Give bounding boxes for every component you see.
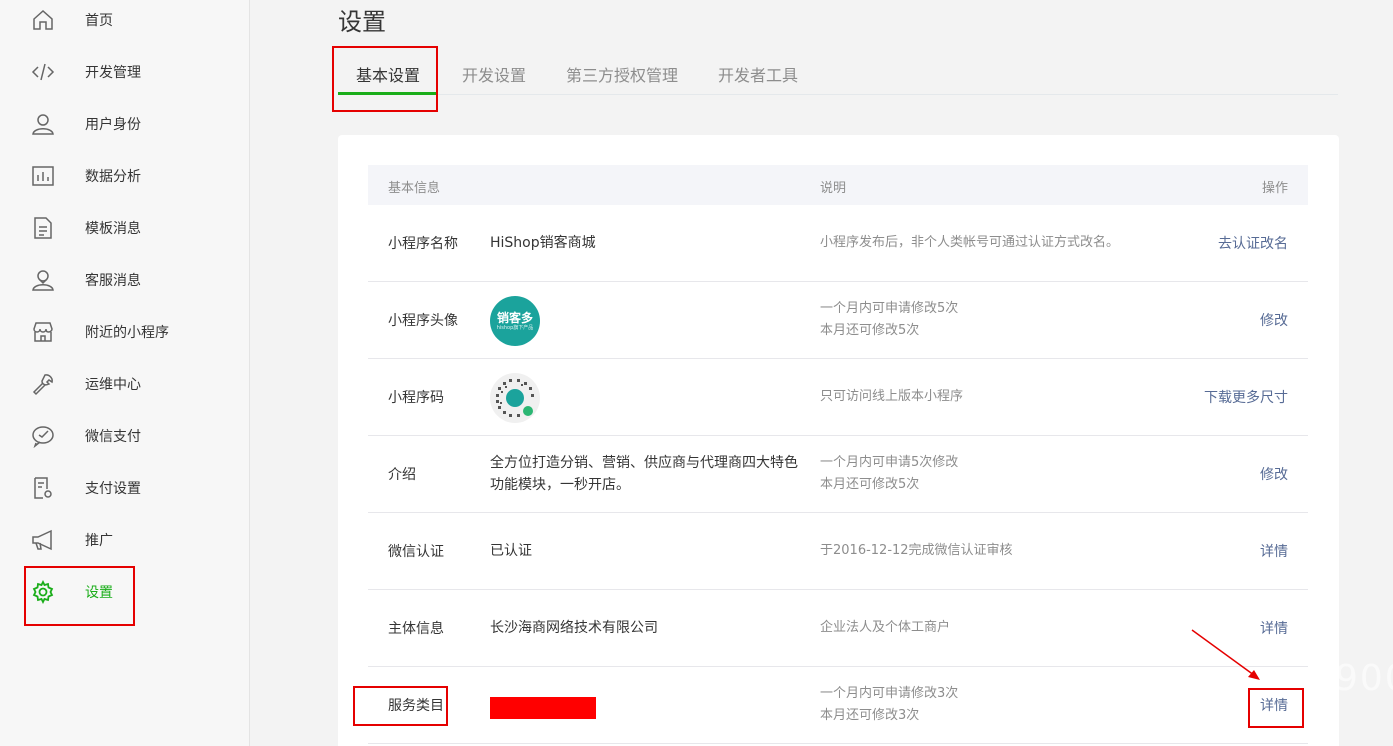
row-label: 微信认证 <box>388 544 444 560</box>
sidebar-item-label: 首页 <box>85 13 113 29</box>
code-icon <box>30 59 56 85</box>
row-label: 主体信息 <box>388 621 444 637</box>
table-header: 基本信息 说明 操作 <box>368 165 1308 205</box>
row-value: HiShop销客商城 <box>490 235 596 251</box>
download-sizes-link[interactable]: 下载更多尺寸 <box>1204 387 1288 407</box>
row-label: 介绍 <box>388 467 416 483</box>
row-desc: 企业法人及个体工商户 <box>820 620 951 635</box>
sidebar-item-label: 设置 <box>85 585 113 601</box>
megaphone-icon <box>30 527 56 553</box>
table-row: 微信认证 已认证 于2016-12-12完成微信认证审核 详情 <box>368 513 1308 590</box>
sidebar-item-label: 运维中心 <box>85 377 141 393</box>
table-row: 介绍 全方位打造分销、营销、供应商与代理商四大特色功能模块，一秒开店。 一个月内… <box>368 436 1308 513</box>
sidebar-item-dev-manage[interactable]: 开发管理 <box>0 52 250 92</box>
row-label: 服务类目 <box>388 698 444 714</box>
sidebar-item-payment-settings[interactable]: 支付设置 <box>0 468 250 508</box>
sidebar-item-nearby[interactable]: 附近的小程序 <box>0 312 250 352</box>
home-icon <box>30 7 56 33</box>
sidebar-item-label: 支付设置 <box>85 481 141 497</box>
sidebar-item-data-analysis[interactable]: 数据分析 <box>0 156 250 196</box>
service-category-detail-link[interactable]: 详情 <box>1260 695 1288 715</box>
page-title: 设置 <box>338 8 386 36</box>
sidebar-item-label: 微信支付 <box>85 429 141 445</box>
payment-settings-icon <box>30 475 56 501</box>
mini-program-code-image <box>490 373 540 423</box>
redacted-value <box>490 697 596 719</box>
sidebar-item-home[interactable]: 首页 <box>0 0 250 40</box>
sidebar: 首页 开发管理 用户身份 数据分析 模板消息 客服消息 附近的小程序 运维中心 … <box>0 0 250 746</box>
document-icon <box>30 215 56 241</box>
edit-intro-link[interactable]: 修改 <box>1260 464 1288 484</box>
table-row: 小程序名称 HiShop销客商城 小程序发布后，非个人类帐号可通过认证方式改名。… <box>368 205 1308 282</box>
sidebar-item-customer-service[interactable]: 客服消息 <box>0 260 250 300</box>
sidebar-item-label: 客服消息 <box>85 273 141 289</box>
row-value: 全方位打造分销、营销、供应商与代理商四大特色功能模块，一秒开店。 <box>490 455 798 493</box>
sidebar-item-label: 附近的小程序 <box>85 325 169 341</box>
rename-link[interactable]: 去认证改名 <box>1218 233 1288 253</box>
sidebar-item-settings[interactable]: 设置 <box>0 572 250 612</box>
tab-dev-tools[interactable]: 开发者工具 <box>718 62 798 95</box>
sidebar-item-wechat-pay[interactable]: 微信支付 <box>0 416 250 456</box>
wechat-pay-icon <box>30 423 56 449</box>
annotation-arrow <box>1191 629 1260 680</box>
sidebar-item-ops-center[interactable]: 运维中心 <box>0 364 250 404</box>
row-label: 小程序头像 <box>388 313 458 329</box>
sidebar-item-label: 模板消息 <box>85 221 141 237</box>
row-desc: 一个月内可申请修改5次 本月还可修改5次 <box>820 301 959 338</box>
sidebar-item-label: 开发管理 <box>85 65 141 81</box>
wrench-icon <box>30 371 56 397</box>
store-icon <box>30 319 56 345</box>
certification-detail-link[interactable]: 详情 <box>1260 541 1288 561</box>
tab-dev-settings[interactable]: 开发设置 <box>462 62 526 95</box>
header-info: 基本信息 <box>388 181 441 196</box>
avatar-logo-text: 销客多 <box>496 310 533 325</box>
tab-basic-settings[interactable]: 基本设置 <box>338 62 438 95</box>
gear-icon <box>30 579 56 605</box>
user-icon <box>30 111 56 137</box>
row-desc: 只可访问线上版本小程序 <box>820 389 964 404</box>
table-row: 服务类目 一个月内可申请修改3次 本月还可修改3次 详情 <box>368 667 1308 744</box>
row-label: 小程序名称 <box>388 236 458 252</box>
sidebar-item-label: 推广 <box>85 533 113 549</box>
row-desc: 一个月内可申请5次修改 本月还可修改5次 <box>820 455 959 492</box>
table-row: 小程序头像 销客多 hishop旗下产品 一个月内可申请修改5次 本月还可修改5… <box>368 282 1308 359</box>
avatar-sub-text: hishop旗下产品 <box>496 324 534 331</box>
row-value: 长沙海商网络技术有限公司 <box>490 620 658 636</box>
header-desc: 说明 <box>820 181 847 196</box>
avatar: 销客多 hishop旗下产品 <box>490 296 540 346</box>
sidebar-item-user-identity[interactable]: 用户身份 <box>0 104 250 144</box>
basic-info-table: 基本信息 说明 操作 小程序名称 HiShop销客商城 小程序发布后，非个人类帐… <box>368 165 1308 744</box>
sidebar-item-promotion[interactable]: 推广 <box>0 520 250 560</box>
edit-avatar-link[interactable]: 修改 <box>1260 310 1288 330</box>
tab-bar: 基本设置 开发设置 第三方授权管理 开发者工具 <box>338 52 1338 95</box>
row-value: 已认证 <box>490 543 532 559</box>
table-row: 小程序码 只可访问线上版本小程序 下载更多尺寸 <box>368 359 1308 436</box>
row-desc: 一个月内可申请修改3次 本月还可修改3次 <box>820 686 959 723</box>
sidebar-item-label: 数据分析 <box>85 169 141 185</box>
row-desc: 小程序发布后，非个人类帐号可通过认证方式改名。 <box>820 235 1120 250</box>
row-label: 小程序码 <box>388 390 444 406</box>
tab-third-party-auth[interactable]: 第三方授权管理 <box>566 62 678 95</box>
table-row: 主体信息 长沙海商网络技术有限公司 企业法人及个体工商户 详情 <box>368 590 1308 667</box>
row-desc: 于2016-12-12完成微信认证审核 <box>820 543 1013 558</box>
chart-icon <box>30 163 56 189</box>
watermark-text: 900 <box>1335 658 1393 699</box>
sidebar-item-label: 用户身份 <box>85 117 141 133</box>
header-op: 操作 <box>1261 181 1288 196</box>
customer-service-icon <box>30 267 56 293</box>
sidebar-item-template-message[interactable]: 模板消息 <box>0 208 250 248</box>
